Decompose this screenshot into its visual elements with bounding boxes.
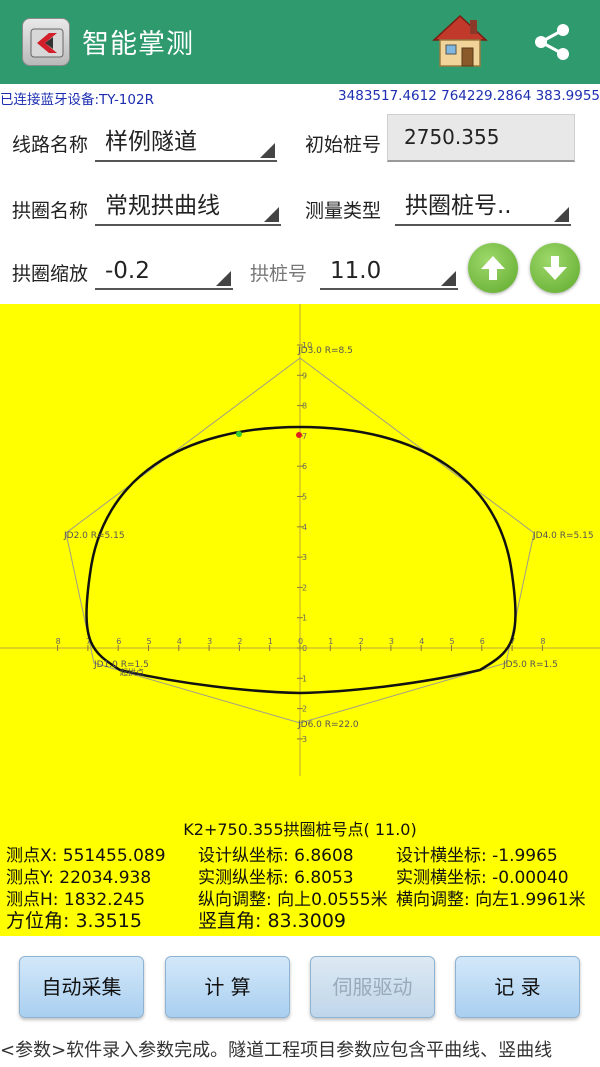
x-tick-label: 8 (540, 637, 545, 646)
y-ticks: 109876543210123 (297, 341, 312, 744)
dropdown-arrow-icon (264, 207, 279, 222)
x-tick-label: 5 (147, 637, 152, 646)
horizontal-adjust: 横向调整: 向左1.9961米 (396, 890, 586, 910)
y-tick-label: 7 (302, 432, 307, 441)
arrow-up-button[interactable] (468, 243, 518, 293)
azimuth: 方位角: 3.3515 (6, 910, 142, 932)
x-tick-label: 6 (480, 637, 485, 646)
x-tick-label: 3 (389, 637, 394, 646)
arch-curve (85, 425, 517, 695)
jd4-label: JD4.0 R=5.15 (532, 531, 594, 541)
x-tick-label: 4 (419, 637, 424, 646)
measure-type-label: 测量类型 (305, 200, 382, 222)
arrow-down-button[interactable] (530, 243, 580, 293)
dropdown-arrow-icon (554, 207, 569, 222)
y-tick-label: 2 (302, 583, 307, 592)
status-ticker: <参数>软件录入参数完成。隧道工程项目参数应包含平曲线、竖曲线 (0, 1040, 553, 1061)
share-icon[interactable] (528, 18, 576, 66)
jd2-label: JD2.0 R=5.15 (63, 531, 125, 541)
x-tick-label: 3 (207, 637, 212, 646)
jd5-label: JD5.0 R=1.5 (502, 660, 558, 670)
app-bar: 智能掌测 (0, 0, 600, 84)
scale-select[interactable]: -0.2 (95, 250, 233, 290)
arch-select[interactable]: 常规拱曲线 (95, 186, 281, 226)
scale-value: -0.2 (105, 258, 150, 284)
measure-type-value: 拱圈桩号.. (405, 193, 512, 219)
result-caption: K2+750.355拱圈桩号点( 11.0) (183, 820, 417, 839)
arch-label: 拱圈名称 (12, 200, 89, 222)
app-title: 智能掌测 (82, 29, 194, 60)
x-tick-label: 2 (359, 637, 364, 646)
x-tick-label: 8 (56, 637, 61, 646)
route-label: 线路名称 (12, 134, 89, 156)
x-tick-label: 4 (177, 637, 182, 646)
y-tick-label: 2 (302, 705, 307, 714)
coordinate-readout: 3483517.4612 764229.2864 383.9955 (338, 88, 600, 104)
jd3-label: JD3.0 R=8.5 (297, 346, 353, 356)
arch-pile-select[interactable]: 11.0 (320, 250, 458, 290)
arch-pile-label: 拱桩号 (250, 263, 308, 285)
route-value: 样例隧道 (105, 129, 197, 155)
start-chainage-input[interactable]: 2750.355 (387, 114, 575, 162)
dropdown-arrow-icon (260, 143, 275, 158)
status-bar: 已连接蓝牙设备:TY-102R 3483517.4612 764229.2864… (0, 86, 600, 108)
arrow-up-icon (481, 256, 505, 280)
y-tick-label: 3 (302, 735, 307, 744)
app-logo-icon (22, 18, 70, 66)
parameter-form: 线路名称 样例隧道 初始桩号 2750.355 拱圈名称 常规拱曲线 测量类型 … (0, 108, 600, 304)
start-chainage-value: 2750.355 (404, 125, 500, 149)
servo-drive-button[interactable]: 伺服驱动 (310, 956, 435, 1018)
bluetooth-status: 已连接蓝牙设备:TY-102R (0, 92, 154, 108)
origin-label: 起拱点 (120, 667, 144, 677)
y-tick-label: 0 (302, 644, 307, 653)
arch-value: 常规拱曲线 (105, 193, 220, 219)
record-button[interactable]: 记 录 (455, 956, 580, 1018)
result-panel: K2+750.355拱圈桩号点( 11.0) 测点X: 551455.089 测… (0, 812, 600, 936)
arch-pile-value: 11.0 (330, 258, 382, 284)
x-tick-label: 1 (328, 637, 333, 646)
scale-label: 拱圈缩放 (12, 263, 89, 285)
y-tick-label: 1 (302, 614, 307, 623)
x-ticks: 87654321012345678 (56, 637, 545, 651)
x-tick-label: 2 (237, 637, 242, 646)
y-tick-label: 9 (302, 371, 307, 380)
route-select[interactable]: 样例隧道 (95, 122, 277, 162)
arrow-down-icon (543, 256, 567, 280)
dropdown-arrow-icon (216, 271, 231, 286)
x-tick-label: 5 (450, 637, 455, 646)
dropdown-arrow-icon (441, 271, 456, 286)
y-tick-label: 6 (302, 462, 307, 471)
bottom-toolbar: 自动采集 计 算 伺服驱动 记 录 <参数>软件录入参数完成。隧道工程项目参数应… (0, 936, 600, 1067)
y-tick-label: 4 (302, 523, 307, 532)
design-point-marker (236, 431, 242, 437)
x-tick-label: 6 (116, 637, 121, 646)
jd6-label: JD6.0 R=22.0 (297, 720, 359, 730)
y-tick-label: 8 (302, 402, 307, 411)
vertical-angle: 竖直角: 83.3009 (198, 910, 347, 932)
start-chainage-label: 初始桩号 (305, 134, 382, 156)
x-tick-label: 1 (268, 637, 273, 646)
auto-collect-button[interactable]: 自动采集 (19, 956, 144, 1018)
measured-point-marker (296, 432, 302, 438)
calculate-button[interactable]: 计 算 (165, 956, 290, 1018)
y-tick-label: 5 (302, 493, 307, 502)
measure-type-select[interactable]: 拱圈桩号.. (395, 186, 571, 226)
y-tick-label: 3 (302, 553, 307, 562)
y-tick-label: 1 (302, 674, 307, 683)
home-icon[interactable] (430, 12, 490, 70)
